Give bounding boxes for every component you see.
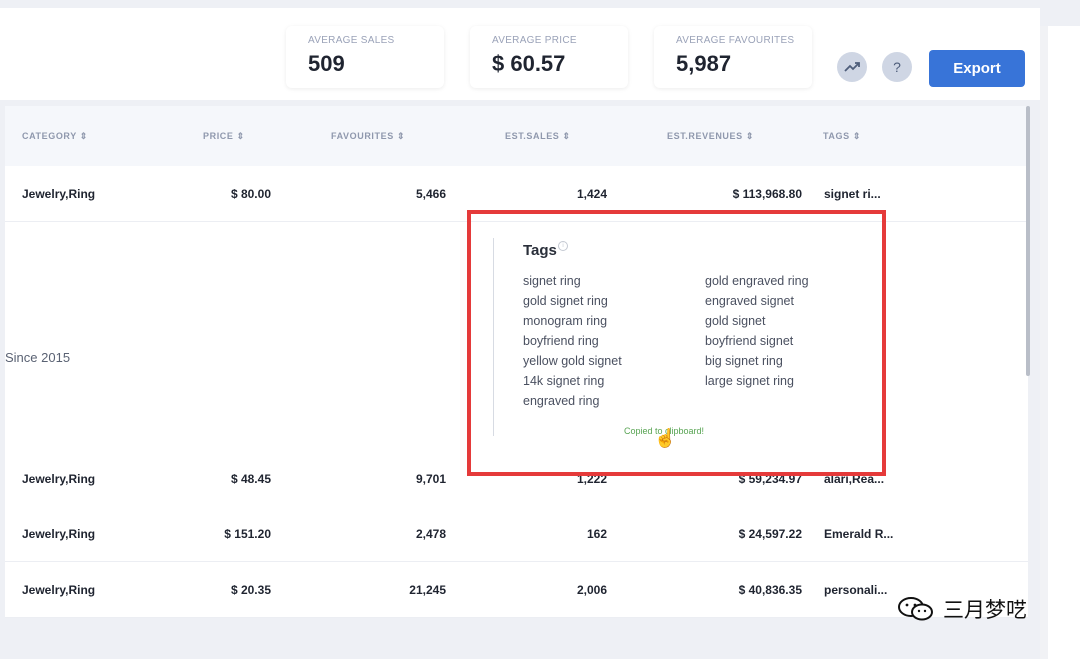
column-header-est-sales[interactable]: EST.SALES ⇕	[505, 131, 571, 142]
stat-value: 509	[308, 51, 345, 76]
cell-tags[interactable]: signet ri...	[824, 187, 881, 201]
cell-favourites: 9,701	[415, 472, 446, 486]
stat-value: 5,987	[676, 51, 732, 76]
help-button[interactable]: ?	[882, 52, 912, 82]
cell-est-sales: 2,006	[576, 583, 607, 597]
column-header-category[interactable]: CATEGORY ⇕	[22, 131, 88, 142]
stat-card-average-favourites: AVERAGE FAVOURITES 5,987	[654, 26, 812, 88]
column-header-price[interactable]: PRICE ⇕	[203, 131, 245, 142]
stat-label: AVERAGE SALES	[308, 35, 395, 46]
column-header-est-revenues[interactable]: EST.REVENUES ⇕	[667, 131, 754, 142]
shop-since-text: Since 2015	[5, 350, 71, 365]
help-icon: ?	[893, 59, 901, 75]
top-gap	[0, 0, 1040, 8]
cell-category: Jewelry,Ring	[22, 527, 96, 541]
stat-label: AVERAGE FAVOURITES	[676, 35, 795, 46]
table-row[interactable]: Jewelry,Ring $ 20.35 21,245 2,006 $ 40,8…	[5, 562, 1028, 618]
cell-tags[interactable]: Emerald R...	[824, 527, 893, 541]
cell-est-revenues: $ 40,836.35	[738, 583, 802, 597]
export-button[interactable]: Export	[929, 50, 1025, 87]
highlight-box	[467, 210, 886, 476]
cell-favourites: 2,478	[415, 527, 446, 541]
cell-price: $ 80.00	[230, 187, 271, 201]
table-row[interactable]: Jewelry,Ring $ 151.20 2,478 162 $ 24,597…	[5, 506, 1028, 562]
right-panel-edge	[1040, 26, 1080, 659]
table-scrollbar[interactable]	[1026, 106, 1030, 376]
stat-label: AVERAGE PRICE	[492, 35, 577, 46]
watermark-text: 三月梦呓	[943, 599, 1027, 622]
cell-price: $ 20.35	[230, 583, 271, 597]
cell-favourites: 21,245	[409, 583, 446, 597]
cell-est-sales: 1,424	[576, 187, 607, 201]
cell-price: $ 151.20	[224, 527, 271, 541]
cell-est-revenues: $ 113,968.80	[732, 187, 802, 201]
cell-category: Jewelry,Ring	[22, 472, 96, 486]
column-header-favourites[interactable]: FAVOURITES ⇕	[331, 131, 405, 142]
column-header-tags[interactable]: TAGS ⇕	[823, 131, 861, 142]
stat-card-average-sales: AVERAGE SALES 509	[286, 26, 444, 88]
watermark: 三月梦呓	[897, 594, 1027, 624]
cell-est-sales: 162	[586, 527, 607, 541]
cell-price: $ 48.45	[230, 472, 271, 486]
trending-up-icon	[844, 62, 860, 72]
cell-tags[interactable]: personali...	[824, 583, 887, 597]
wechat-icon	[898, 597, 933, 621]
trend-button[interactable]	[837, 52, 867, 82]
cell-favourites: 5,466	[415, 187, 446, 201]
cell-est-revenues: $ 24,597.22	[738, 527, 802, 541]
cell-category: Jewelry,Ring	[22, 583, 96, 597]
table-header: CATEGORY ⇕ PRICE ⇕ FAVOURITES ⇕ EST.SALE…	[5, 106, 1028, 167]
stat-value: $ 60.57	[492, 51, 566, 76]
stat-card-average-price: AVERAGE PRICE $ 60.57	[470, 26, 628, 88]
cell-category: Jewelry,Ring	[22, 187, 96, 201]
